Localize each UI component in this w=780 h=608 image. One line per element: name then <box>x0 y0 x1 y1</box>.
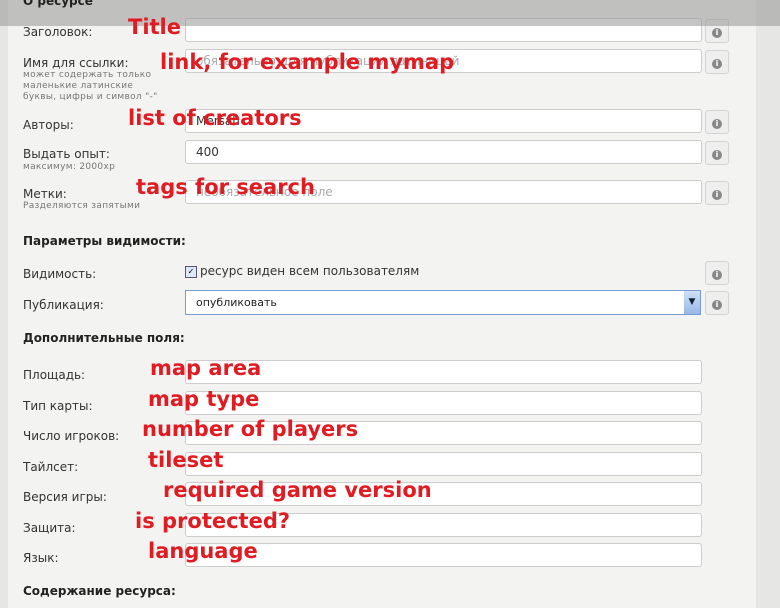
info-button-tags[interactable]: i <box>705 181 729 205</box>
annotation-authors: list of creators <box>128 106 302 130</box>
extra-field-input[interactable] <box>185 390 702 415</box>
visibility-checkbox-label: ресурс виден всем пользователям <box>200 264 420 278</box>
info-icon: i <box>712 270 722 280</box>
content-section-title: Содержание ресурса: <box>23 584 176 598</box>
extra-field-label: Версия игры: <box>23 490 107 504</box>
header-overlay: О ресурсе <box>0 0 780 26</box>
extra-field-input[interactable] <box>185 360 702 384</box>
title-label: Заголовок: <box>23 25 93 39</box>
info-button-xp[interactable]: i <box>705 141 729 165</box>
xp-hint: максимум: 2000xp <box>23 162 116 172</box>
xp-label: Выдать опыт: <box>23 147 110 161</box>
link-label: Имя для ссылки: <box>23 56 129 70</box>
extra-field-label: Тайлсет: <box>23 459 79 474</box>
extra-field-label: Защита: <box>23 520 76 535</box>
publication-label: Публикация: <box>23 298 104 312</box>
info-button-visibility[interactable]: i <box>705 261 729 285</box>
extra-field-label: Тип карты: <box>23 398 93 413</box>
extra-field-input[interactable] <box>185 451 702 476</box>
info-button-authors[interactable]: i <box>705 110 729 134</box>
tags-hint: Разделяются запятыми <box>23 201 141 211</box>
section-title-resource: О ресурсе <box>23 0 93 8</box>
extra-field-label: Число игроков: <box>23 429 120 443</box>
info-icon: i <box>712 150 722 160</box>
annotation-title: Title <box>128 15 182 39</box>
info-icon: i <box>712 190 722 200</box>
info-icon: i <box>712 119 722 129</box>
annotation-tags: tags for search <box>136 175 315 199</box>
info-icon: i <box>712 59 722 69</box>
visibility-section-title: Параметры видимости: <box>23 234 186 248</box>
authors-label: Авторы: <box>23 118 74 132</box>
annotation-extra-field: language <box>148 539 258 563</box>
extra-field-input[interactable] <box>185 543 702 567</box>
link-hint: может содержать только маленькие латинск… <box>23 70 158 102</box>
tags-label: Метки: <box>23 187 67 201</box>
annotation-extra-field: is protected? <box>135 508 291 533</box>
visibility-label: Видимость: <box>23 267 97 281</box>
dropdown-arrow-icon[interactable]: ▼ <box>684 291 700 314</box>
visibility-checkbox[interactable]: ✓ <box>185 266 197 278</box>
info-button-publication[interactable]: i <box>705 291 729 315</box>
annotation-link: link, for example mymap <box>160 50 455 74</box>
annotation-extra-field: number of players <box>142 417 359 441</box>
annotation-extra-field: map area <box>150 356 262 380</box>
annotation-extra-field: required game version <box>163 478 432 502</box>
xp-input[interactable]: 400 <box>185 140 702 164</box>
extra-section-title: Дополнительные поля: <box>23 331 185 345</box>
extra-field-label: Площадь: <box>23 368 86 382</box>
info-button-link[interactable]: i <box>705 50 729 74</box>
publication-select[interactable]: опубликовать ▼ <box>185 290 701 315</box>
publication-value: опубликовать <box>196 296 277 309</box>
info-icon: i <box>712 28 722 38</box>
extra-field-label: Язык: <box>23 551 59 565</box>
annotation-extra-field: tileset <box>148 447 224 472</box>
annotation-extra-field: map type <box>148 386 260 411</box>
info-icon: i <box>712 300 722 310</box>
